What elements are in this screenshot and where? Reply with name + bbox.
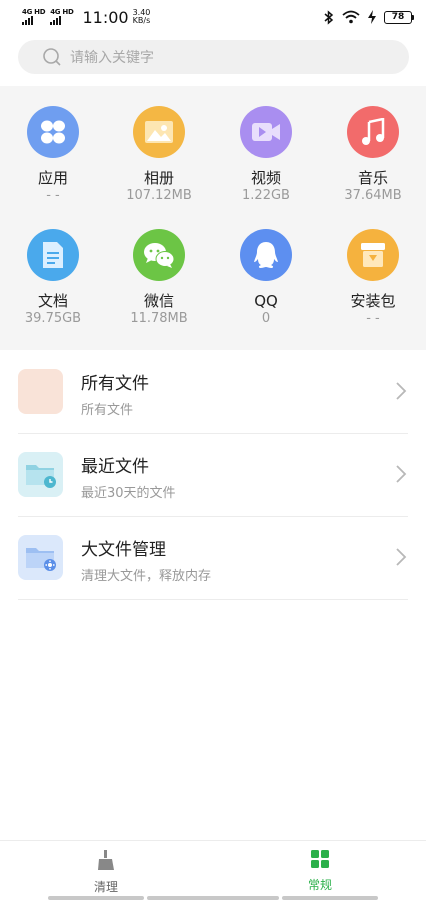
category-name: 音乐 xyxy=(357,169,388,187)
battery-level: 78 xyxy=(384,10,412,24)
category-size: - - xyxy=(46,188,60,203)
category-package[interactable]: 安装包 - - xyxy=(320,229,426,327)
network-speed: 3.40 KB/s xyxy=(133,9,151,25)
list-item-recent-files[interactable]: 最近文件 最近30天的文件 xyxy=(18,434,408,517)
battery-tip xyxy=(412,14,414,20)
nav-tab-clean[interactable]: 清理 xyxy=(46,849,166,895)
status-bar: 4G HD 4G HD 11:00 3.40 KB/s 78 xyxy=(0,0,426,34)
category-name: 视频 xyxy=(250,169,281,187)
category-size: 107.12MB xyxy=(126,188,192,203)
music-icon xyxy=(347,106,399,158)
signal-indicator-1: 4G HD xyxy=(22,8,46,25)
nav-tab-label: 清理 xyxy=(93,880,118,894)
gesture-bar-segment xyxy=(48,896,144,900)
grid-icon xyxy=(311,850,329,868)
category-wechat[interactable]: 微信 11.78MB xyxy=(106,229,212,327)
category-album[interactable]: 相册 107.12MB xyxy=(106,106,212,204)
category-name: 微信 xyxy=(143,292,174,310)
signal-indicator-2: 4G HD xyxy=(50,8,74,25)
category-name: 应用 xyxy=(37,169,68,187)
list-item-large-files[interactable]: 大文件管理 清理大文件，释放内存 xyxy=(18,517,408,600)
nav-tab-label: 常规 xyxy=(307,878,332,892)
clock: 11:00 xyxy=(82,7,129,27)
recent-files-icon xyxy=(18,452,63,497)
chevron-right-icon xyxy=(396,382,407,400)
category-name: 文档 xyxy=(37,292,68,310)
list-item-title: 所有文件 xyxy=(81,374,149,394)
nav-tab-general[interactable]: 常规 xyxy=(260,849,380,893)
list-item-title: 最近文件 xyxy=(81,457,149,477)
category-qq[interactable]: QQ 0 xyxy=(213,229,319,327)
category-name: QQ xyxy=(254,292,278,310)
package-icon xyxy=(347,229,399,281)
gesture-bar-segment xyxy=(282,896,378,900)
category-size: 1.22GB xyxy=(242,188,290,203)
list-item-subtitle: 清理大文件，释放内存 xyxy=(81,569,212,584)
category-name: 相册 xyxy=(143,169,174,187)
wechat-icon xyxy=(133,229,185,281)
category-music[interactable]: 音乐 37.64MB xyxy=(320,106,426,204)
all-files-icon xyxy=(18,369,63,414)
category-documents[interactable]: 文档 39.75GB xyxy=(0,229,106,327)
gesture-bar-segment xyxy=(147,896,279,900)
signal-bars-icon xyxy=(22,16,33,25)
search-bar[interactable]: 请输入关键字 xyxy=(18,40,409,74)
category-size: 11.78MB xyxy=(130,311,188,326)
qq-icon xyxy=(240,229,292,281)
network-type-label: 4G HD xyxy=(50,8,74,16)
speed-unit: KB/s xyxy=(132,16,151,25)
charging-icon xyxy=(368,10,376,24)
large-files-icon xyxy=(18,535,63,580)
search-icon xyxy=(43,48,61,66)
category-size: 37.64MB xyxy=(344,188,402,203)
signal-bars-icon xyxy=(50,16,62,25)
list-item-subtitle: 最近30天的文件 xyxy=(81,486,176,501)
album-icon xyxy=(133,106,185,158)
search-placeholder: 请输入关键字 xyxy=(70,50,154,66)
network-type-label: 4G HD xyxy=(22,8,46,16)
battery-indicator: 78 xyxy=(384,10,414,24)
list-item-subtitle: 所有文件 xyxy=(81,403,134,418)
list-item-title: 大文件管理 xyxy=(81,540,166,560)
wifi-icon xyxy=(342,10,360,24)
document-icon xyxy=(27,229,79,281)
category-grid: 应用 - - 相册 107.12MB 视频 1.22GB 音乐 37.64MB … xyxy=(0,86,426,350)
chevron-right-icon xyxy=(396,465,407,483)
bottom-nav: 清理 常规 xyxy=(0,840,426,900)
apps-icon xyxy=(27,106,79,158)
category-size: 39.75GB xyxy=(24,311,82,326)
category-size: - - xyxy=(366,311,380,326)
video-icon xyxy=(240,106,292,158)
category-video[interactable]: 视频 1.22GB xyxy=(213,106,319,204)
chevron-right-icon xyxy=(396,548,407,566)
bluetooth-icon xyxy=(324,9,334,25)
category-apps[interactable]: 应用 - - xyxy=(0,106,106,204)
category-size: 0 xyxy=(261,311,271,326)
broom-icon xyxy=(98,850,114,870)
category-name: 安装包 xyxy=(350,292,396,310)
list-item-all-files[interactable]: 所有文件 所有文件 xyxy=(18,351,408,434)
